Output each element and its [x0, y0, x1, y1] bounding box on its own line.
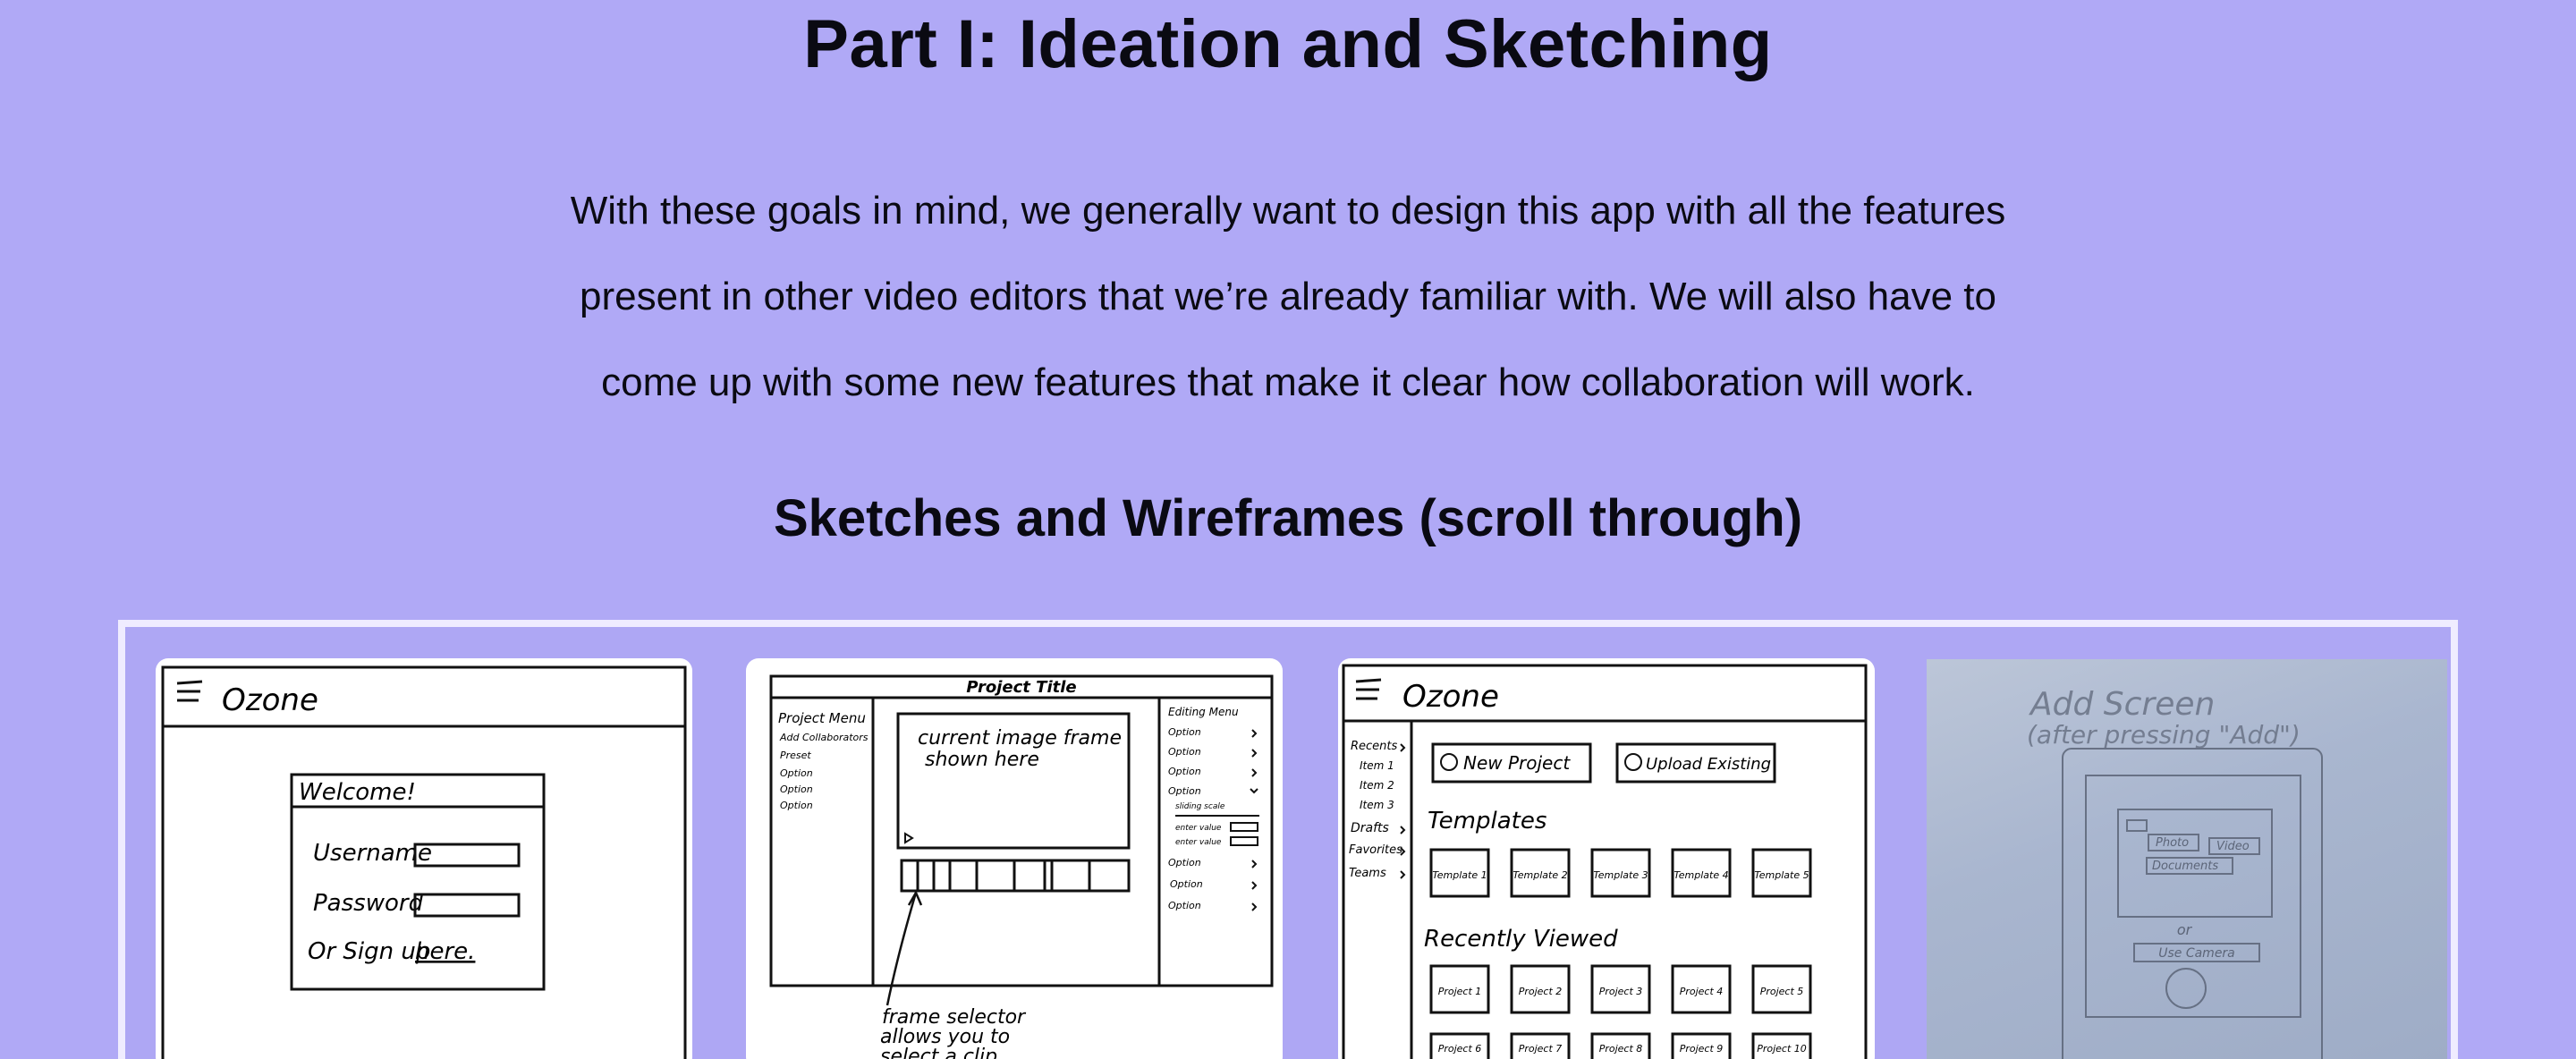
- project-label: Project 7: [1519, 1043, 1563, 1055]
- template-label: Template 5: [1754, 869, 1809, 881]
- editing-option[interactable]: Option: [1168, 726, 1201, 738]
- sidebar-subitem[interactable]: Item 3: [1360, 799, 1394, 811]
- plus-icon: [1624, 753, 1642, 771]
- editing-option[interactable]: Option: [1170, 878, 1203, 890]
- recently-viewed-heading: Recently Viewed: [1424, 926, 1618, 953]
- video-option[interactable]: Video: [2216, 840, 2250, 853]
- add-screen-heading: Add Screen: [2029, 686, 2215, 723]
- editing-option[interactable]: Option: [1168, 785, 1201, 797]
- welcome-heading: Welcome!: [299, 779, 416, 806]
- editing-option[interactable]: Option: [1168, 746, 1201, 758]
- sketch-card-login[interactable]: Ozone Welcome! Username Password Or Sign…: [156, 658, 692, 1059]
- sketch-card-add-screen[interactable]: Add Screen (after pressing "Add") Photo …: [1927, 659, 2447, 1059]
- frame-caption: current image frame: [918, 727, 1122, 750]
- project-label: Project 10: [1757, 1043, 1807, 1055]
- signup-link[interactable]: here.: [415, 938, 475, 965]
- sidebar-item-recents[interactable]: Recents: [1351, 740, 1398, 753]
- chevron-right-icon: [1250, 729, 1258, 794]
- page: Part I: Ideation and Sketching With thes…: [0, 0, 2576, 1059]
- project-label: Project 2: [1519, 986, 1563, 997]
- section-subtitle: Sketches and Wireframes (scroll through): [773, 489, 1803, 547]
- documents-option[interactable]: Documents: [2152, 860, 2218, 873]
- editing-option[interactable]: Option: [1168, 900, 1201, 911]
- annotation-note: select a clip: [880, 1046, 997, 1059]
- enter-value-label: enter value: [1175, 838, 1222, 847]
- chevron-right-icon: [1400, 743, 1406, 879]
- enter-value-label: enter value: [1175, 824, 1222, 833]
- menu-item[interactable]: Add Collaborators: [779, 732, 869, 743]
- login-sketch: Ozone Welcome! Username Password Or Sign…: [161, 665, 687, 1059]
- sketch-card-editor[interactable]: Project Title Project Menu Add Collabora…: [746, 658, 1283, 1059]
- project-label: Project 5: [1760, 986, 1804, 997]
- password-label: Password: [313, 890, 424, 917]
- template-label: Template 1: [1432, 869, 1487, 881]
- menu-item[interactable]: Option: [780, 784, 813, 795]
- photo-option[interactable]: Photo: [2156, 836, 2189, 850]
- menu-item[interactable]: Option: [780, 800, 813, 811]
- intro-paragraph: With these goals in mind, we generally w…: [570, 189, 2006, 404]
- chevron-right-icon: [1251, 860, 1258, 911]
- value-input[interactable]: [1230, 822, 1258, 832]
- play-icon[interactable]: [904, 832, 914, 844]
- menu-item[interactable]: Option: [780, 767, 813, 779]
- project-label: Project 3: [1599, 986, 1643, 997]
- project-label: Project 9: [1680, 1043, 1724, 1055]
- new-project-label: New Project: [1463, 752, 1571, 774]
- app-name: Ozone: [222, 682, 318, 718]
- editing-option[interactable]: Option: [1168, 766, 1201, 777]
- annotation-arrow: [886, 892, 918, 1006]
- page-title: Part I: Ideation and Sketching: [803, 6, 1773, 82]
- hamburger-menu-icon[interactable]: [176, 680, 203, 702]
- editor-sketch: Project Title Project Menu Add Collabora…: [769, 674, 1274, 1059]
- project-label: Project 6: [1438, 1043, 1482, 1055]
- project-label: Project 4: [1680, 986, 1724, 997]
- template-label: Template 3: [1593, 869, 1648, 881]
- plus-icon: [1440, 753, 1458, 771]
- sidebar-item-favorites[interactable]: Favorites: [1349, 843, 1402, 857]
- project-menu-title: Project Menu: [778, 710, 866, 726]
- menu-item[interactable]: Preset: [780, 750, 811, 761]
- add-screen-sketch: Add Screen (after pressing "Add") Photo …: [2027, 686, 2323, 1059]
- sliding-scale-label: sliding scale: [1175, 802, 1225, 811]
- template-label: Template 2: [1513, 869, 1567, 881]
- templates-heading: Templates: [1428, 808, 1546, 834]
- hamburger-menu-icon[interactable]: [1355, 678, 1382, 700]
- sketch-card-home[interactable]: Ozone Recents Item 1 Item 2 Item 3 Draft…: [1338, 658, 1875, 1059]
- frame-caption: shown here: [925, 749, 1039, 771]
- or-separator: or: [2177, 921, 2193, 938]
- template-label: Template 4: [1674, 869, 1728, 881]
- password-input[interactable]: [413, 893, 521, 918]
- home-sketch: Ozone Recents Item 1 Item 2 Item 3 Draft…: [1342, 664, 1868, 1059]
- project-label: Project 1: [1438, 986, 1482, 997]
- project-title: Project Title: [966, 678, 1076, 697]
- use-camera-button[interactable]: Use Camera: [2158, 946, 2235, 961]
- project-label: Project 8: [1599, 1043, 1643, 1055]
- value-input[interactable]: [1230, 836, 1258, 846]
- upload-existing-label: Upload Existing: [1646, 755, 1771, 774]
- editing-menu-title: Editing Menu: [1168, 706, 1239, 718]
- signup-prompt: Or Sign up: [308, 938, 430, 965]
- sidebar-subitem[interactable]: Item 2: [1360, 779, 1394, 792]
- add-screen-subheading: (after pressing "Add"): [2027, 720, 2301, 750]
- sidebar-item-drafts[interactable]: Drafts: [1351, 821, 1389, 835]
- app-name: Ozone: [1402, 679, 1499, 715]
- sidebar-subitem[interactable]: Item 1: [1360, 759, 1394, 772]
- sidebar-item-teams[interactable]: Teams: [1349, 867, 1386, 880]
- editing-option[interactable]: Option: [1168, 857, 1201, 868]
